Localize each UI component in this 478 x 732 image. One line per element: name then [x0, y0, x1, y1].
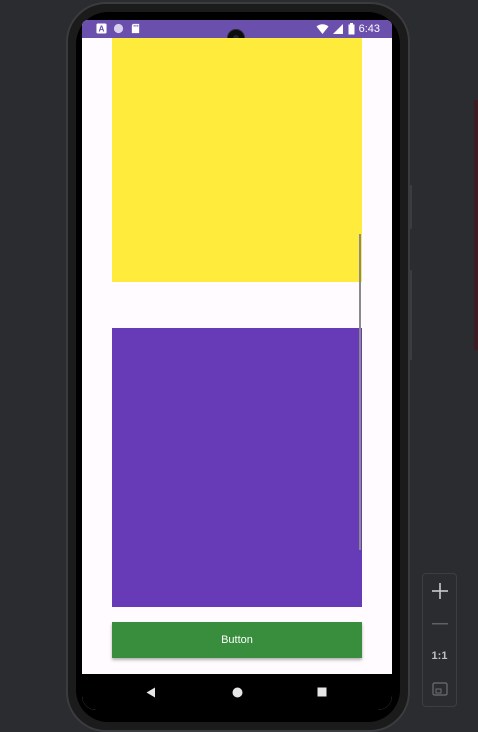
emulator-zoom-panel: 1:1	[422, 573, 457, 707]
recents-icon	[317, 687, 327, 697]
volume-button[interactable]	[408, 185, 412, 229]
zoom-in-button[interactable]	[423, 579, 456, 603]
battery-icon	[348, 23, 355, 35]
back-button[interactable]	[141, 682, 161, 702]
app-content[interactable]: Button	[82, 38, 392, 674]
zoom-out-button[interactable]	[423, 612, 456, 636]
fit-screen-button[interactable]	[423, 677, 456, 701]
status-clock: 6:43	[358, 23, 380, 35]
minus-icon	[431, 623, 448, 625]
sd-card-icon	[131, 23, 140, 34]
window-edge	[474, 100, 478, 350]
navigation-bar	[82, 674, 392, 710]
actual-size-label: 1:1	[431, 650, 448, 662]
status-right-icons: 6:43	[316, 22, 380, 36]
circle-icon	[113, 23, 124, 34]
home-button[interactable]	[227, 682, 247, 702]
fit-screen-icon	[431, 682, 448, 696]
text-a-icon: A	[96, 23, 107, 34]
device-screen: A 6:43 Button	[82, 20, 392, 710]
purple-box	[112, 328, 362, 607]
status-left-icons: A	[96, 23, 141, 34]
actual-size-button[interactable]: 1:1	[423, 644, 456, 668]
signal-icon	[332, 24, 343, 34]
home-icon	[232, 687, 242, 697]
svg-text:A: A	[99, 25, 105, 34]
scrollbar[interactable]	[359, 234, 361, 550]
power-button[interactable]	[408, 270, 412, 360]
recents-button[interactable]	[312, 682, 332, 702]
action-button[interactable]: Button	[112, 622, 362, 658]
back-icon	[146, 687, 155, 697]
plus-icon	[431, 583, 448, 599]
yellow-box	[112, 38, 362, 282]
wifi-icon	[316, 24, 329, 34]
